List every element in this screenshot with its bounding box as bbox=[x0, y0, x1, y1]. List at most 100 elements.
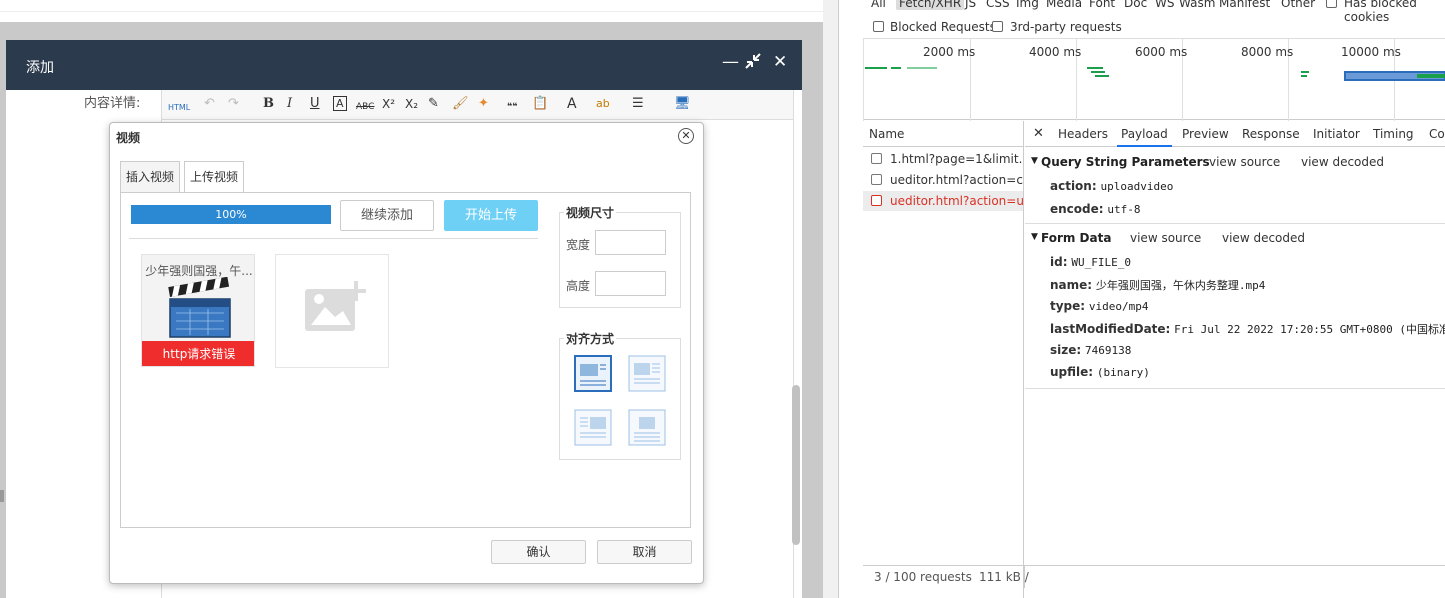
strikethrough-icon[interactable]: ABC bbox=[356, 99, 374, 115]
video-dialog-title: 视频 bbox=[116, 131, 141, 145]
confirm-button[interactable]: 确认 bbox=[491, 540, 586, 564]
filter-all[interactable]: All bbox=[871, 0, 886, 10]
request-type-icon bbox=[871, 174, 882, 185]
restore-icon[interactable] bbox=[744, 52, 762, 75]
align-center-icon[interactable] bbox=[628, 409, 666, 446]
close-icon[interactable]: ✕ bbox=[678, 128, 694, 144]
network-timeline[interactable]: 2000 ms 4000 ms 6000 ms 8000 ms 10000 ms bbox=[863, 38, 1445, 121]
format-brush-icon[interactable]: 🖌 bbox=[452, 96, 469, 112]
upload-progress-bar: 100% bbox=[131, 205, 331, 224]
width-input[interactable] bbox=[595, 230, 666, 255]
tab-cookies[interactable]: Coo bbox=[1429, 121, 1445, 147]
query-string-title[interactable]: Query String Parameters bbox=[1041, 155, 1210, 169]
height-input[interactable] bbox=[595, 271, 666, 296]
blocked-requests-label: Blocked Requests bbox=[890, 20, 996, 34]
tab-insert-video[interactable]: 插入视频 bbox=[120, 161, 181, 193]
filter-manifest[interactable]: Manifest bbox=[1219, 0, 1270, 10]
align-none-icon[interactable] bbox=[574, 355, 612, 392]
close-icon[interactable]: ✕ bbox=[1033, 121, 1044, 147]
continue-add-button[interactable]: 继续添加 bbox=[340, 200, 434, 231]
underline-icon[interactable]: U bbox=[310, 96, 320, 112]
add-file-placeholder[interactable] bbox=[275, 254, 389, 368]
timeline-bar bbox=[1301, 71, 1309, 73]
filter-fetch-xhr[interactable]: Fetch/XHR bbox=[896, 0, 965, 10]
video-size-group: 视频尺寸 宽度 高度 bbox=[559, 204, 681, 308]
redo-icon[interactable]: ↷ bbox=[228, 96, 239, 112]
font-color-icon[interactable]: A bbox=[567, 96, 577, 112]
request-list: Name 1.html?page=1&limit... ueditor.html… bbox=[863, 121, 1024, 598]
query-param: action: uploadvideo bbox=[1050, 179, 1174, 193]
bold-icon[interactable]: B bbox=[263, 96, 274, 112]
tab-initiator[interactable]: Initiator bbox=[1313, 121, 1360, 147]
view-source-link[interactable]: view source bbox=[1130, 231, 1201, 245]
filter-doc[interactable]: Doc bbox=[1124, 0, 1147, 10]
tab-timing[interactable]: Timing bbox=[1373, 121, 1414, 147]
collapse-arrow-icon[interactable]: ▼ bbox=[1031, 156, 1038, 166]
timeline-label: 2000 ms bbox=[923, 45, 976, 59]
filter-css[interactable]: CSS bbox=[986, 0, 1010, 10]
ordered-list-icon[interactable]: ☰ bbox=[632, 96, 644, 112]
timeline-bar bbox=[1091, 71, 1105, 73]
timeline-bar bbox=[1301, 75, 1307, 77]
subscript-icon[interactable]: X₂ bbox=[405, 96, 418, 112]
blockquote-icon[interactable]: ❝❝ bbox=[507, 99, 518, 115]
page-scrollbar[interactable] bbox=[823, 0, 838, 598]
form-param: id: WU_FILE_0 bbox=[1050, 255, 1131, 269]
collapse-arrow-icon[interactable]: ▼ bbox=[1031, 232, 1038, 242]
auto-typeset-icon[interactable]: ✦ bbox=[478, 96, 489, 112]
tab-upload-video[interactable]: 上传视频 bbox=[184, 161, 245, 194]
html-source-icon[interactable]: HTML bbox=[168, 100, 190, 116]
view-decoded-link[interactable]: view decoded bbox=[1301, 155, 1384, 169]
has-blocked-cookies-checkbox[interactable] bbox=[1326, 0, 1337, 8]
third-party-checkbox[interactable] bbox=[992, 21, 1003, 32]
timeline-label: 10000 ms bbox=[1341, 45, 1401, 59]
request-row[interactable]: 1.html?page=1&limit... bbox=[863, 149, 1023, 169]
background-color-icon[interactable]: ab bbox=[596, 96, 610, 112]
start-upload-button[interactable]: 开始上传 bbox=[444, 200, 538, 231]
filter-img[interactable]: Img bbox=[1016, 0, 1039, 10]
undo-icon[interactable]: ↶ bbox=[204, 96, 215, 112]
tab-preview[interactable]: Preview bbox=[1182, 121, 1229, 147]
font-border-icon[interactable]: A bbox=[333, 96, 347, 111]
filter-bar: All Fetch/XHR JS CSS Img Media Font Doc … bbox=[839, 0, 1445, 24]
filter-font[interactable]: Font bbox=[1089, 0, 1115, 10]
upload-error-status: http请求错误 bbox=[142, 341, 254, 366]
request-name: ueditor.html?action=c... bbox=[890, 173, 1023, 187]
divider bbox=[129, 238, 538, 239]
alignment-legend: 对齐方式 bbox=[564, 330, 617, 347]
filter-wasm[interactable]: Wasm bbox=[1179, 0, 1215, 10]
request-row[interactable]: ueditor.html?action=c... bbox=[863, 170, 1023, 190]
align-right-icon[interactable] bbox=[574, 409, 612, 446]
close-icon[interactable]: ✕ bbox=[773, 52, 787, 72]
filter-ws[interactable]: WS bbox=[1155, 0, 1174, 10]
remove-format-icon[interactable]: ✎ bbox=[428, 96, 439, 112]
dialog-scrollbar[interactable] bbox=[792, 385, 800, 545]
cancel-button[interactable]: 取消 bbox=[597, 540, 692, 564]
align-left-icon[interactable] bbox=[628, 355, 666, 392]
superscript-icon[interactable]: X² bbox=[382, 96, 395, 112]
paste-plain-icon[interactable]: 📋 bbox=[532, 96, 548, 112]
request-name: 1.html?page=1&limit... bbox=[890, 152, 1023, 166]
timeline-bar bbox=[1417, 74, 1445, 78]
minimize-icon[interactable]: — bbox=[722, 52, 739, 72]
timeline-bar bbox=[1095, 75, 1109, 77]
add-dialog-title: 添加 bbox=[26, 60, 54, 76]
italic-icon[interactable]: I bbox=[287, 96, 292, 112]
request-row-selected[interactable]: ueditor.html?action=u... bbox=[863, 191, 1023, 211]
filter-other[interactable]: Other bbox=[1281, 0, 1315, 10]
tab-response[interactable]: Response bbox=[1242, 121, 1300, 147]
filter-js[interactable]: JS bbox=[965, 0, 976, 10]
tab-headers[interactable]: Headers bbox=[1058, 121, 1108, 147]
blocked-requests-checkbox[interactable] bbox=[873, 21, 884, 32]
timeline-label: 8000 ms bbox=[1241, 45, 1294, 59]
form-param: lastModifiedDate: Fri Jul 22 2022 17:20:… bbox=[1050, 322, 1445, 336]
form-data-title[interactable]: Form Data bbox=[1041, 231, 1111, 245]
uploaded-file-item[interactable]: 少年强则国强，午... http请求错误 bbox=[141, 254, 255, 367]
filter-media[interactable]: Media bbox=[1046, 0, 1082, 10]
name-column-header[interactable]: Name bbox=[863, 121, 1024, 147]
view-decoded-link[interactable]: view decoded bbox=[1222, 231, 1305, 245]
view-source-link[interactable]: view source bbox=[1209, 155, 1280, 169]
request-type-icon bbox=[871, 195, 882, 206]
fullscreen-icon[interactable]: 🖥 bbox=[674, 96, 691, 112]
tab-payload[interactable]: Payload bbox=[1117, 121, 1172, 147]
